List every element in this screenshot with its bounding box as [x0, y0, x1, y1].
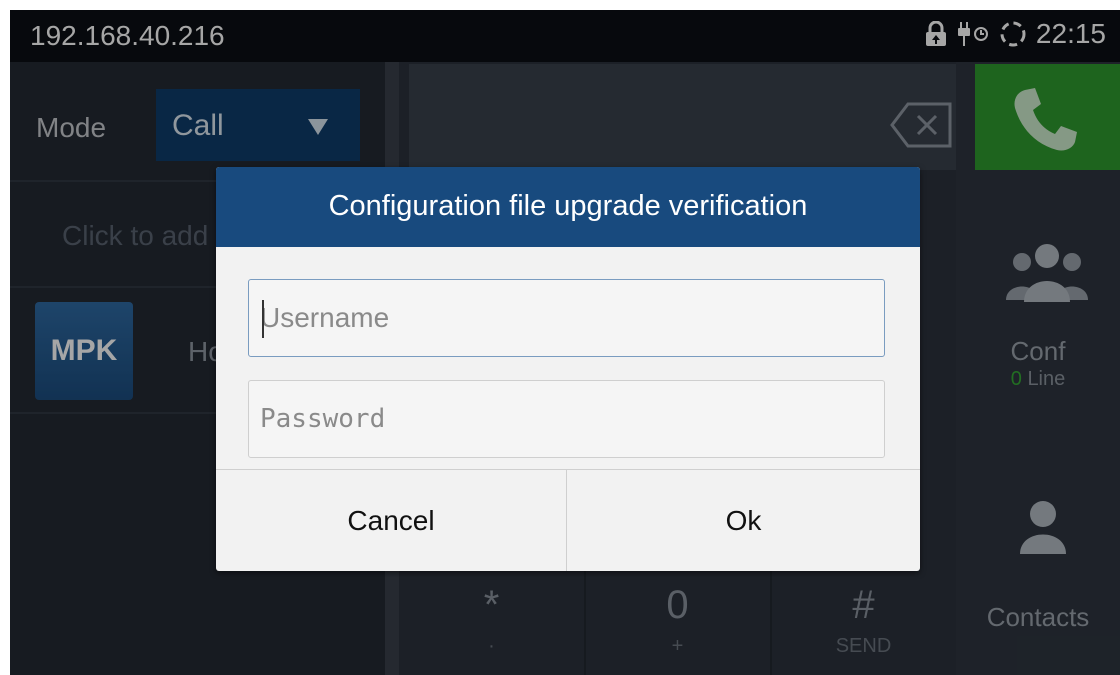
cancel-button[interactable]: Cancel — [216, 470, 566, 571]
username-input[interactable] — [249, 280, 884, 356]
password-field-wrapper — [248, 380, 885, 458]
username-field-wrapper — [248, 279, 885, 357]
dialog-header: Configuration file upgrade verification — [216, 167, 920, 247]
text-cursor — [262, 300, 264, 338]
phone-screen: 192.168.40.216 22:15 Mode Call Click to … — [10, 10, 1120, 675]
dialog-title: Configuration file upgrade verification — [328, 190, 808, 222]
verification-dialog: Configuration file upgrade verification … — [216, 167, 920, 571]
dialog-buttons: Cancel Ok — [216, 469, 920, 571]
password-input[interactable] — [249, 381, 884, 457]
ok-button[interactable]: Ok — [567, 470, 920, 571]
